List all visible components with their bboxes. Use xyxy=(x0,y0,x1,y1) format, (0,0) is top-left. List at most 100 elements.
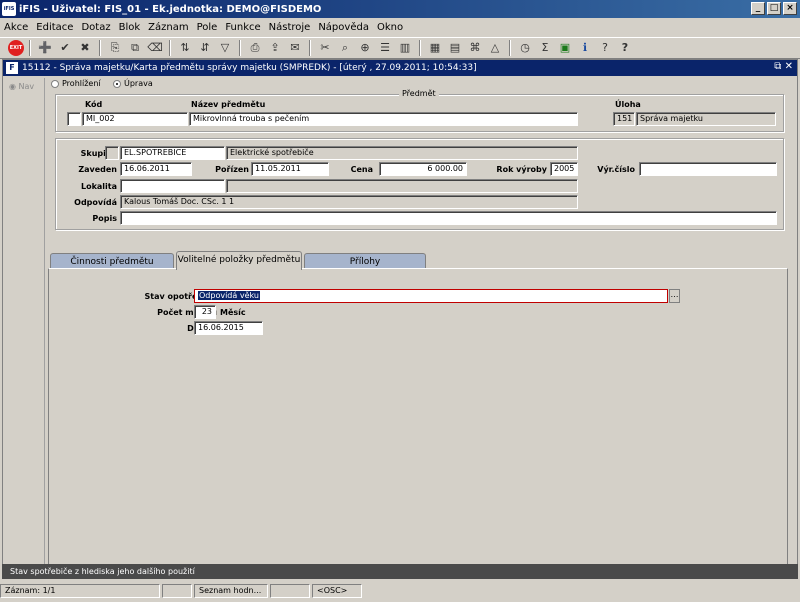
menu-okno[interactable]: Okno xyxy=(373,22,407,33)
vyr-cislo-field[interactable] xyxy=(639,162,777,176)
status-blank-2 xyxy=(270,584,310,598)
sum-icon[interactable]: Σ xyxy=(536,39,554,57)
edit-label: Úprava xyxy=(124,79,153,88)
mode-browse[interactable]: Prohlížení xyxy=(51,79,101,88)
maximize-button[interactable]: □ xyxy=(767,2,781,15)
lov-button[interactable]: … xyxy=(669,289,680,303)
menu-nastroje[interactable]: Nástroje xyxy=(265,22,315,33)
help-search-icon[interactable]: ? xyxy=(596,39,614,57)
porizen-field[interactable]: 11.05.2011 xyxy=(251,162,329,176)
menu-blok[interactable]: Blok xyxy=(115,22,145,33)
zaveden-field[interactable]: 16.06.2011 xyxy=(120,162,192,176)
menu-bar: Akce Editace Dotaz Blok Záznam Pole Funk… xyxy=(0,19,800,36)
excel-icon[interactable]: ▣ xyxy=(556,39,574,57)
nazev-field[interactable]: Mikrovlnná trouba s pečením xyxy=(189,112,578,126)
menu-funkce[interactable]: Funkce xyxy=(221,22,264,33)
document-icon[interactable]: ▤ xyxy=(446,39,464,57)
sort-asc-icon[interactable]: ⇅ xyxy=(176,39,194,57)
cena-field[interactable]: 6 000.00 xyxy=(379,162,467,176)
toolbar: EXIT ➕ ✔ ✖ ⎘ ⧉ ⌫ ⇅ ⇵ ▽ ⎙ ⇪ ✉ ✂ ⌕ ⊕ ☰ ▥ ▦… xyxy=(0,37,800,59)
form-title: 15112 - Správa majetku/Karta předmětu sp… xyxy=(22,63,477,73)
cut-icon[interactable]: ✂ xyxy=(316,39,334,57)
chart-icon[interactable]: △ xyxy=(486,39,504,57)
close-button[interactable]: × xyxy=(783,2,797,15)
print-icon[interactable]: ⎙ xyxy=(246,39,264,57)
rok-vyroby-label: Rok výroby xyxy=(496,165,547,174)
kod-label: Kód xyxy=(85,100,103,109)
menu-dotaz[interactable]: Dotaz xyxy=(77,22,114,33)
duplicate-icon[interactable]: ⧉ xyxy=(126,39,144,57)
vyr-cislo-label: Výr.číslo xyxy=(597,165,635,174)
list-icon[interactable]: ☰ xyxy=(376,39,394,57)
tree-icon[interactable]: ⌘ xyxy=(466,39,484,57)
datum-field[interactable]: 16.06.2015 xyxy=(194,321,263,335)
browse-label: Prohlížení xyxy=(62,79,101,88)
lokalita-label: Lokalita xyxy=(80,182,117,191)
insert-record-icon[interactable]: ➕ xyxy=(36,39,54,57)
status-osc: <OSC> xyxy=(312,584,362,598)
zoom-icon[interactable]: ⊕ xyxy=(356,39,374,57)
tab-volitelne[interactable]: Volitelné položky předmětu xyxy=(176,251,302,270)
lokalita-name-field xyxy=(226,179,578,193)
help-icon[interactable]: ? xyxy=(616,39,634,57)
odpovida-field[interactable]: Kalous Tomáš Doc. CSc. 1 1 xyxy=(120,195,578,209)
stav-opotrebeni-value: Odpovídá věku xyxy=(198,291,260,300)
browse-radio[interactable] xyxy=(51,79,59,88)
copy-record-icon[interactable]: ⎘ xyxy=(106,39,124,57)
export-icon[interactable]: ⇪ xyxy=(266,39,284,57)
mail-icon[interactable]: ✉ xyxy=(286,39,304,57)
exit-icon[interactable]: EXIT xyxy=(8,40,24,56)
nazev-label: Název předmětu xyxy=(191,100,266,109)
calculator-icon[interactable]: ▦ xyxy=(426,39,444,57)
stav-opotrebeni-field[interactable]: Odpovídá věku xyxy=(194,289,668,303)
skupina-checkbox[interactable] xyxy=(105,146,119,160)
lokalita-code-field[interactable] xyxy=(120,179,225,193)
window-title: iFIS - Uživatel: FIS_01 - Ek.jednotka: D… xyxy=(19,3,322,15)
menu-zaznam[interactable]: Záznam xyxy=(144,22,192,33)
nav-label[interactable]: ◉ Nav xyxy=(9,82,44,91)
cena-label: Cena xyxy=(350,165,373,174)
status-bar: Záznam: 1/1 Seznam hodn... <OSC> xyxy=(0,580,800,602)
menu-editace[interactable]: Editace xyxy=(32,22,77,33)
minimize-button[interactable]: _ xyxy=(751,2,765,15)
info-icon[interactable]: ℹ xyxy=(576,39,594,57)
porizen-label: Pořízen xyxy=(215,165,249,174)
predmet-checkbox[interactable] xyxy=(67,112,81,126)
skupina-code-field[interactable]: EL.SPOTREBICE xyxy=(120,146,225,160)
save-icon[interactable]: ✔ xyxy=(56,39,74,57)
columns-icon[interactable]: ▥ xyxy=(396,39,414,57)
skupina-name-field: Elektrické spotřebiče xyxy=(226,146,578,160)
popis-field[interactable] xyxy=(120,211,777,225)
title-bar: iFIS iFIS - Uživatel: FIS_01 - Ek.jednot… xyxy=(0,0,800,18)
rok-vyroby-field[interactable]: 2005 xyxy=(550,162,578,176)
form-icon: F xyxy=(6,62,18,74)
nav-strip: ◉ Nav xyxy=(5,78,45,576)
mode-edit[interactable]: Úprava xyxy=(113,79,153,88)
record-counter: Záznam: 1/1 xyxy=(0,584,160,598)
filter-icon[interactable]: ▽ xyxy=(216,39,234,57)
odpovida-label: Odpovídá xyxy=(74,198,117,207)
delete-record-icon[interactable]: ✖ xyxy=(76,39,94,57)
app-icon: iFIS xyxy=(2,2,16,16)
hint-bar: Stav spotřebiče z hlediska jeho dalšího … xyxy=(2,564,798,579)
mesic-unit: Měsíc xyxy=(220,308,246,317)
clock-icon[interactable]: ◷ xyxy=(516,39,534,57)
status-blank-1 xyxy=(162,584,192,598)
tab-panel: Stav opotřebení Odpovídá věku … Počet mě… xyxy=(48,268,788,570)
form-window-controls[interactable]: ⧉ ✕ xyxy=(774,61,793,72)
menu-pole[interactable]: Pole xyxy=(193,22,222,33)
status-list-of-values: Seznam hodn... xyxy=(194,584,268,598)
pocet-mesicu-field[interactable]: 23 xyxy=(194,305,216,319)
popis-label: Popis xyxy=(92,214,117,223)
menu-napoveda[interactable]: Nápověda xyxy=(314,22,373,33)
clear-icon[interactable]: ⌫ xyxy=(146,39,164,57)
uloha-name-field: Správa majetku xyxy=(636,112,776,126)
menu-akce[interactable]: Akce xyxy=(0,22,32,33)
kod-field[interactable]: MI_002 xyxy=(82,112,188,126)
uloha-code-field: 151 xyxy=(613,112,635,126)
edit-radio[interactable] xyxy=(113,79,121,88)
zaveden-label: Zaveden xyxy=(78,165,117,174)
sort-desc-icon[interactable]: ⇵ xyxy=(196,39,214,57)
uloha-label: Úloha xyxy=(615,100,641,109)
find-icon[interactable]: ⌕ xyxy=(336,39,354,57)
